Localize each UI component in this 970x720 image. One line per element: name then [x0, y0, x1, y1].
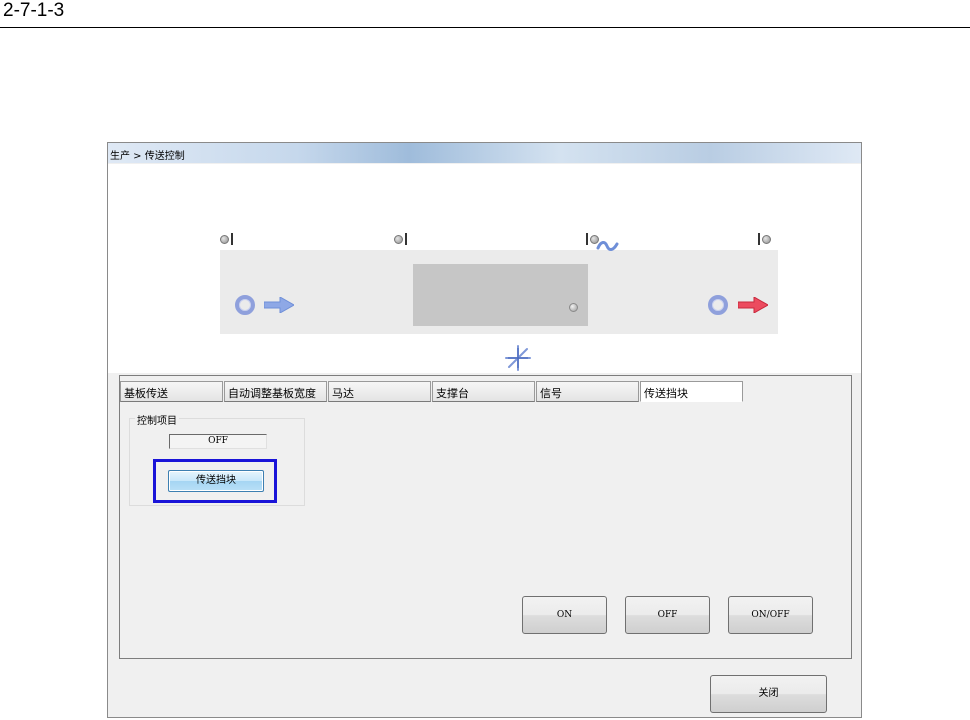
tab-signal[interactable]: 信号: [536, 381, 639, 402]
wave-motor-icon: [596, 241, 619, 251]
tab-transfer-stopper[interactable]: 传送挡块: [640, 381, 743, 402]
header-rule: [0, 27, 970, 28]
sensor-bar: [405, 233, 407, 245]
close-button[interactable]: 关闭: [710, 675, 827, 713]
sensor-lamp-icon: [394, 232, 407, 246]
window-titlebar[interactable]: 生产 > 传送控制: [108, 143, 861, 163]
on-button[interactable]: ON: [522, 596, 607, 634]
control-items-group: 控制项目 OFF 传送挡块: [129, 412, 305, 506]
sensor-lamp-dot: [394, 234, 403, 244]
sensor-bar: [231, 233, 233, 245]
transfer-stopper-button[interactable]: 传送挡块: [168, 470, 264, 492]
control-panel: 基板传送 自动调整基板宽度 马达 支撑台 信号 传送挡块 控制项目 OFF 传送…: [119, 375, 852, 659]
on-off-button[interactable]: ON/OFF: [728, 596, 813, 634]
sensor-bar: [758, 233, 760, 245]
stage-sensor-icon: [569, 303, 578, 312]
inlet-ring-sensor-icon: [235, 295, 255, 315]
stopper-status: OFF: [169, 434, 267, 449]
fan-icon: [505, 345, 531, 371]
sensor-bar: [586, 233, 588, 245]
tab-board-transfer[interactable]: 基板传送: [120, 381, 223, 402]
tab-motor[interactable]: 马达: [328, 381, 431, 402]
off-button[interactable]: OFF: [625, 596, 710, 634]
tab-support-table[interactable]: 支撑台: [432, 381, 535, 402]
conveyor-diagram: [108, 164, 861, 373]
red-right-arrow-icon: [738, 297, 768, 313]
window-title: 生产 > 传送控制: [110, 151, 185, 162]
tab-auto-width[interactable]: 自动调整基板宽度: [224, 381, 327, 402]
transfer-control-window: 生产 > 传送控制 基板传送 自动调整基板宽度 马达 支撑台 信号 传送挡块 控…: [107, 142, 862, 718]
board-stage: [413, 264, 588, 326]
blue-right-arrow-icon: [264, 297, 294, 313]
sensor-lamp-icon: [758, 232, 771, 246]
control-items-label: 控制项目: [135, 412, 179, 427]
section-number: 2-7-1-3: [3, 0, 65, 21]
outlet-ring-sensor-icon: [708, 295, 728, 315]
sensor-lamp-icon: [220, 232, 233, 246]
conveyor-belt: [220, 250, 778, 334]
highlight-frame: 传送挡块: [153, 459, 277, 503]
sensor-lamp-dot: [220, 234, 229, 244]
sensor-lamp-dot: [762, 234, 771, 244]
